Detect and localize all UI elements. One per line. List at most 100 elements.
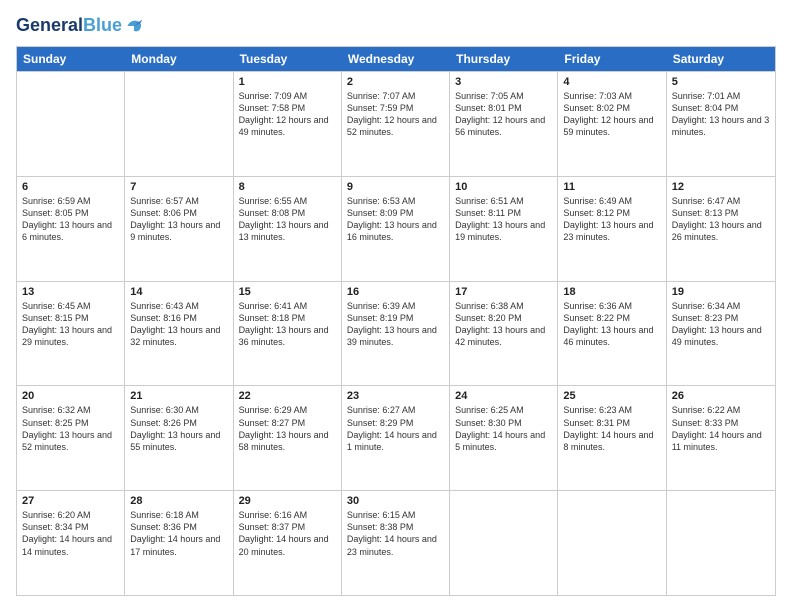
day-info: Sunrise: 7:01 AM Sunset: 8:04 PM Dayligh… <box>672 90 770 139</box>
day-cell-24: 24Sunrise: 6:25 AM Sunset: 8:30 PM Dayli… <box>450 386 558 490</box>
calendar-week-3: 13 Sunrise: 6:45 AM Sunset: 8:15 PM Dayli… <box>17 281 775 386</box>
day-cell-11: 11 Sunrise: 6:49 AM Sunset: 8:12 PM Dayli… <box>558 177 666 281</box>
day-number: 25 <box>563 390 660 402</box>
day-cell-empty <box>125 72 233 176</box>
day-info: Sunrise: 6:49 AM Sunset: 8:12 PM Dayligh… <box>563 195 660 244</box>
calendar-body: 1 Sunrise: 7:09 AM Sunset: 7:58 PM Daylig… <box>17 71 775 595</box>
day-cell-26: 26Sunrise: 6:22 AM Sunset: 8:33 PM Dayli… <box>667 386 775 490</box>
day-number: 7 <box>130 181 227 193</box>
day-cell-29: 29 Sunrise: 6:16 AM Sunset: 8:37 PM Dayli… <box>234 491 342 595</box>
day-number: 23 <box>347 390 444 402</box>
day-cell-empty <box>558 491 666 595</box>
day-number: 15 <box>239 286 336 298</box>
day-info: Sunrise: 6:39 AM Sunset: 8:19 PM Dayligh… <box>347 300 444 349</box>
calendar: SundayMondayTuesdayWednesdayThursdayFrid… <box>16 46 776 596</box>
day-header-saturday: Saturday <box>667 47 775 71</box>
day-cell-3: 3 Sunrise: 7:05 AM Sunset: 8:01 PM Daylig… <box>450 72 558 176</box>
day-info: Sunrise: 6:18 AM Sunset: 8:36 PM Dayligh… <box>130 509 227 558</box>
calendar-header: SundayMondayTuesdayWednesdayThursdayFrid… <box>17 47 775 71</box>
day-info: Sunrise: 6:53 AM Sunset: 8:09 PM Dayligh… <box>347 195 444 244</box>
day-number: 22 <box>239 390 336 402</box>
day-info: Sunrise: 7:03 AM Sunset: 8:02 PM Dayligh… <box>563 90 660 139</box>
day-info: Sunrise: 6:55 AM Sunset: 8:08 PM Dayligh… <box>239 195 336 244</box>
day-cell-25: 25 Sunrise: 6:23 AM Sunset: 8:31 PM Dayli… <box>558 386 666 490</box>
logo-text: GeneralBlue <box>16 16 122 36</box>
day-cell-12: 12Sunrise: 6:47 AM Sunset: 8:13 PM Dayli… <box>667 177 775 281</box>
day-info: Sunrise: 6:51 AM Sunset: 8:11 PM Dayligh… <box>455 195 552 244</box>
day-cell-13: 13 Sunrise: 6:45 AM Sunset: 8:15 PM Dayli… <box>17 282 125 386</box>
day-cell-30: 30 Sunrise: 6:15 AM Sunset: 8:38 PM Dayli… <box>342 491 450 595</box>
day-number: 8 <box>239 181 336 193</box>
day-cell-28: 28 Sunrise: 6:18 AM Sunset: 8:36 PM Dayli… <box>125 491 233 595</box>
day-info: Sunrise: 6:15 AM Sunset: 8:38 PM Dayligh… <box>347 509 444 558</box>
day-number: 1 <box>239 76 336 88</box>
day-cell-4: 4 Sunrise: 7:03 AM Sunset: 8:02 PM Daylig… <box>558 72 666 176</box>
day-info: Sunrise: 6:34 AM Sunset: 8:23 PM Dayligh… <box>672 300 770 349</box>
day-info: Sunrise: 6:29 AM Sunset: 8:27 PM Dayligh… <box>239 404 336 453</box>
day-number: 29 <box>239 495 336 507</box>
day-cell-7: 7 Sunrise: 6:57 AM Sunset: 8:06 PM Daylig… <box>125 177 233 281</box>
day-cell-22: 22 Sunrise: 6:29 AM Sunset: 8:27 PM Dayli… <box>234 386 342 490</box>
day-info: Sunrise: 6:36 AM Sunset: 8:22 PM Dayligh… <box>563 300 660 349</box>
day-number: 17 <box>455 286 552 298</box>
day-number: 5 <box>672 76 770 88</box>
day-info: Sunrise: 7:09 AM Sunset: 7:58 PM Dayligh… <box>239 90 336 139</box>
day-cell-15: 15 Sunrise: 6:41 AM Sunset: 8:18 PM Dayli… <box>234 282 342 386</box>
day-cell-17: 17 Sunrise: 6:38 AM Sunset: 8:20 PM Dayli… <box>450 282 558 386</box>
day-cell-8: 8 Sunrise: 6:55 AM Sunset: 8:08 PM Daylig… <box>234 177 342 281</box>
day-number: 28 <box>130 495 227 507</box>
day-cell-19: 19 Sunrise: 6:34 AM Sunset: 8:23 PM Dayli… <box>667 282 775 386</box>
logo: GeneralBlue <box>16 16 144 36</box>
day-info: Sunrise: 6:27 AM Sunset: 8:29 PM Dayligh… <box>347 404 444 453</box>
day-info: Sunrise: 6:38 AM Sunset: 8:20 PM Dayligh… <box>455 300 552 349</box>
day-number: 24 <box>455 390 552 402</box>
day-info: Sunrise: 6:23 AM Sunset: 8:31 PM Dayligh… <box>563 404 660 453</box>
day-number: 4 <box>563 76 660 88</box>
day-number: 20 <box>22 390 119 402</box>
day-number: 30 <box>347 495 444 507</box>
day-cell-14: 14 Sunrise: 6:43 AM Sunset: 8:16 PM Dayli… <box>125 282 233 386</box>
day-info: Sunrise: 6:57 AM Sunset: 8:06 PM Dayligh… <box>130 195 227 244</box>
header: GeneralBlue <box>16 16 776 36</box>
calendar-week-4: 20 Sunrise: 6:32 AM Sunset: 8:25 PM Dayli… <box>17 385 775 490</box>
day-info: Sunrise: 6:16 AM Sunset: 8:37 PM Dayligh… <box>239 509 336 558</box>
day-info: Sunrise: 6:45 AM Sunset: 8:15 PM Dayligh… <box>22 300 119 349</box>
day-info: Sunrise: 6:22 AM Sunset: 8:33 PM Dayligh… <box>672 404 770 453</box>
day-info: Sunrise: 6:41 AM Sunset: 8:18 PM Dayligh… <box>239 300 336 349</box>
day-number: 13 <box>22 286 119 298</box>
day-number: 14 <box>130 286 227 298</box>
day-header-thursday: Thursday <box>450 47 558 71</box>
day-info: Sunrise: 6:30 AM Sunset: 8:26 PM Dayligh… <box>130 404 227 453</box>
day-info: Sunrise: 6:47 AM Sunset: 8:13 PM Dayligh… <box>672 195 770 244</box>
calendar-week-5: 27Sunrise: 6:20 AM Sunset: 8:34 PM Dayli… <box>17 490 775 595</box>
day-header-wednesday: Wednesday <box>342 47 450 71</box>
day-cell-18: 18Sunrise: 6:36 AM Sunset: 8:22 PM Dayli… <box>558 282 666 386</box>
day-cell-6: 6 Sunrise: 6:59 AM Sunset: 8:05 PM Daylig… <box>17 177 125 281</box>
day-info: Sunrise: 6:43 AM Sunset: 8:16 PM Dayligh… <box>130 300 227 349</box>
day-cell-empty <box>17 72 125 176</box>
page: GeneralBlue SundayMondayTuesdayWednesday… <box>0 0 792 612</box>
day-number: 2 <box>347 76 444 88</box>
day-cell-16: 16Sunrise: 6:39 AM Sunset: 8:19 PM Dayli… <box>342 282 450 386</box>
day-cell-empty <box>667 491 775 595</box>
day-cell-27: 27Sunrise: 6:20 AM Sunset: 8:34 PM Dayli… <box>17 491 125 595</box>
day-number: 19 <box>672 286 770 298</box>
day-header-sunday: Sunday <box>17 47 125 71</box>
day-info: Sunrise: 6:59 AM Sunset: 8:05 PM Dayligh… <box>22 195 119 244</box>
day-header-monday: Monday <box>125 47 233 71</box>
day-number: 6 <box>22 181 119 193</box>
day-cell-9: 9Sunrise: 6:53 AM Sunset: 8:09 PM Daylig… <box>342 177 450 281</box>
day-cell-5: 5 Sunrise: 7:01 AM Sunset: 8:04 PM Daylig… <box>667 72 775 176</box>
logo-icon <box>124 16 144 36</box>
day-number: 3 <box>455 76 552 88</box>
day-cell-empty <box>450 491 558 595</box>
day-info: Sunrise: 7:05 AM Sunset: 8:01 PM Dayligh… <box>455 90 552 139</box>
day-number: 11 <box>563 181 660 193</box>
day-cell-2: 2Sunrise: 7:07 AM Sunset: 7:59 PM Daylig… <box>342 72 450 176</box>
day-cell-23: 23 Sunrise: 6:27 AM Sunset: 8:29 PM Dayli… <box>342 386 450 490</box>
day-info: Sunrise: 6:32 AM Sunset: 8:25 PM Dayligh… <box>22 404 119 453</box>
day-cell-20: 20 Sunrise: 6:32 AM Sunset: 8:25 PM Dayli… <box>17 386 125 490</box>
day-number: 10 <box>455 181 552 193</box>
day-header-friday: Friday <box>558 47 666 71</box>
day-info: Sunrise: 6:20 AM Sunset: 8:34 PM Dayligh… <box>22 509 119 558</box>
